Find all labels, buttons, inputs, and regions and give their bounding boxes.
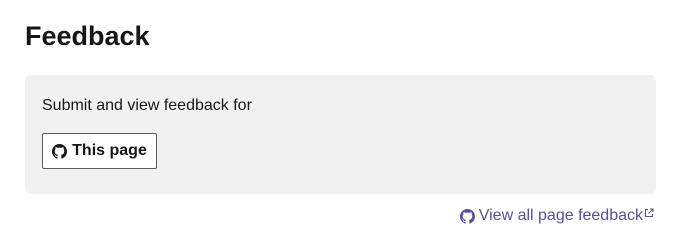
view-all-feedback-link[interactable]: View all page feedback <box>459 205 654 227</box>
feedback-title: Feedback <box>25 21 150 51</box>
feedback-section: Feedback Submit and view feedback for Th… <box>0 0 686 244</box>
view-all-feedback-label: View all page feedback <box>478 207 643 224</box>
github-icon <box>459 208 475 224</box>
feedback-panel-text: Submit and view feedback for <box>42 97 252 114</box>
external-link-icon <box>644 208 654 218</box>
this-page-button-label: This page <box>72 142 147 159</box>
this-page-button[interactable]: This page <box>42 133 157 169</box>
feedback-panel: Submit and view feedback for This page <box>25 75 656 194</box>
github-icon <box>52 143 68 159</box>
